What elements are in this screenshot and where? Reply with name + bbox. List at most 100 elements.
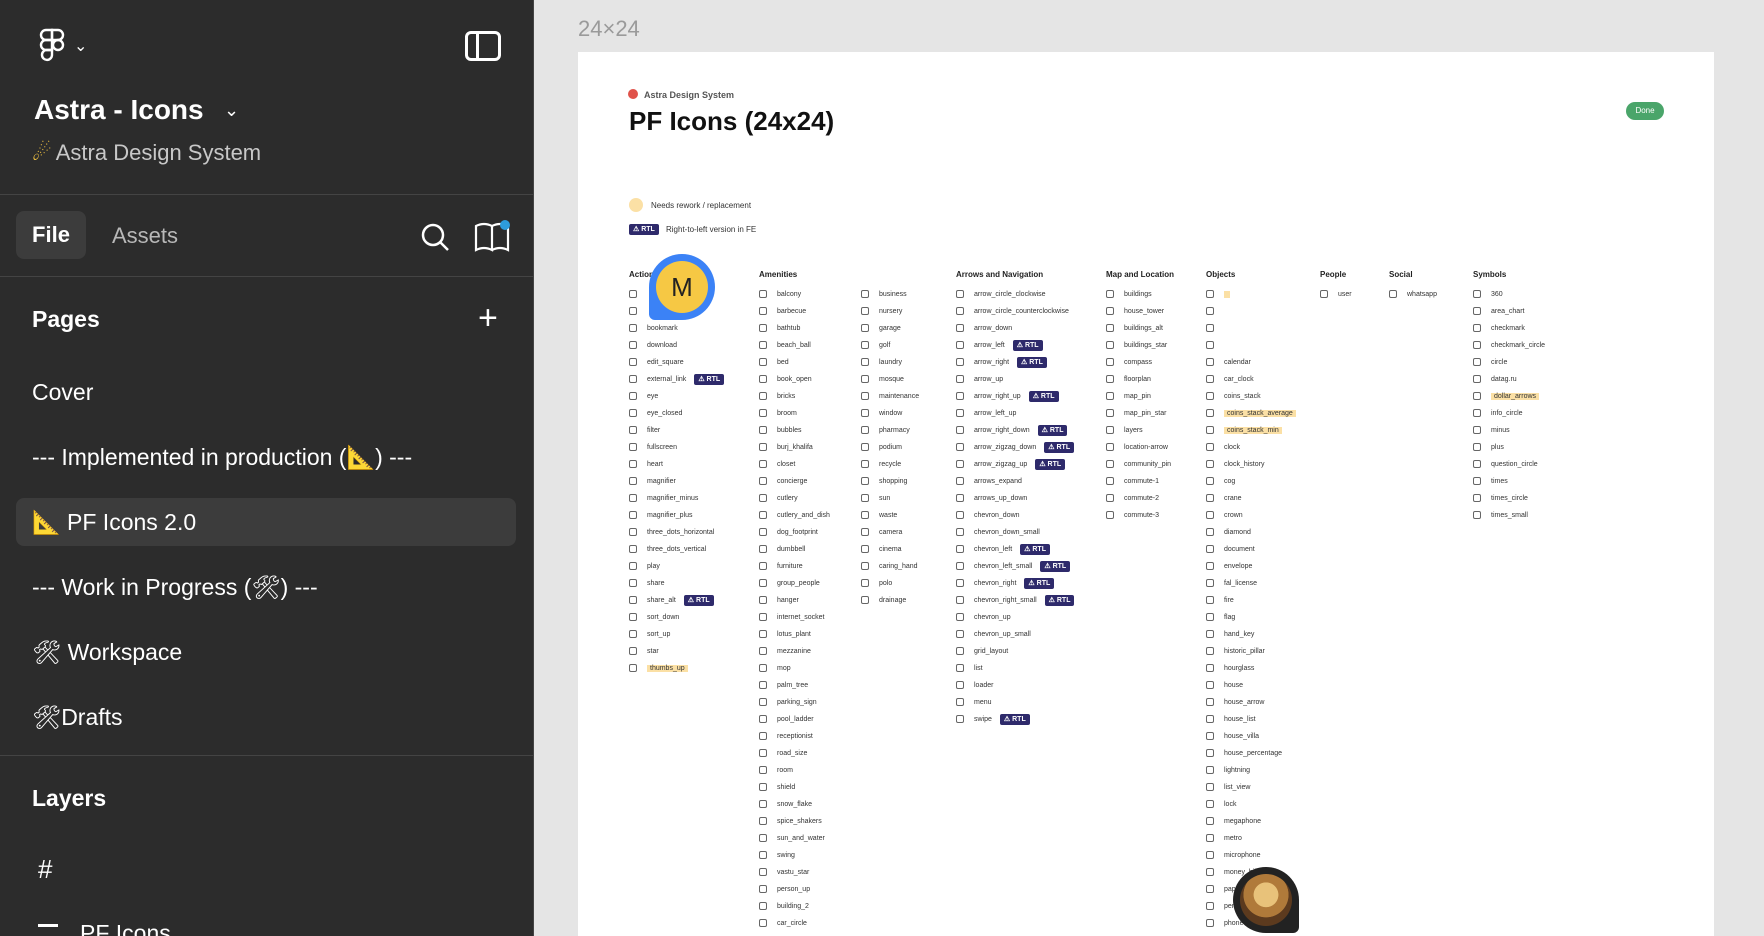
icon-row[interactable]: broom xyxy=(759,405,830,422)
icon-row[interactable]: arrow_left ⚠ RTL xyxy=(956,337,1074,354)
icon-row[interactable]: coins_stack xyxy=(1206,388,1296,405)
icon-row[interactable]: recycle xyxy=(861,456,919,473)
icon-row[interactable]: clock_history xyxy=(1206,456,1296,473)
icon-row[interactable]: cinema xyxy=(861,541,919,558)
icon-row[interactable]: vastu_star xyxy=(759,864,830,881)
icon-row[interactable]: arrow_up xyxy=(956,371,1074,388)
icon-row[interactable]: garage xyxy=(861,320,919,337)
icon-row[interactable]: buildings_star xyxy=(1106,337,1174,354)
icon-row[interactable]: 360 xyxy=(1473,286,1545,303)
add-page-icon[interactable]: + xyxy=(478,301,498,335)
icon-row[interactable]: times xyxy=(1473,473,1545,490)
icon-row[interactable]: laundry xyxy=(861,354,919,371)
icon-row[interactable]: map_pin xyxy=(1106,388,1174,405)
icon-row[interactable]: map_pin_star xyxy=(1106,405,1174,422)
icon-row[interactable]: house_tower xyxy=(1106,303,1174,320)
icon-row[interactable]: calendar xyxy=(1206,354,1296,371)
icon-row[interactable]: bricks xyxy=(759,388,830,405)
icon-row[interactable]: snow_flake xyxy=(759,796,830,813)
tab-file[interactable]: File xyxy=(16,211,86,259)
icon-row[interactable]: loader xyxy=(956,677,1074,694)
icon-row[interactable]: fire xyxy=(1206,592,1296,609)
icon-row[interactable]: room xyxy=(759,762,830,779)
icon-row[interactable]: cutlery xyxy=(759,490,830,507)
icon-row[interactable]: chevron_left_small ⚠ RTL xyxy=(956,558,1074,575)
icon-row[interactable]: share xyxy=(629,575,724,592)
icon-row[interactable]: eye xyxy=(629,388,724,405)
icon-row[interactable]: checkmark xyxy=(1473,320,1545,337)
icon-row[interactable]: user xyxy=(1320,286,1352,303)
icon-row[interactable]: concierge xyxy=(759,473,830,490)
icon-row[interactable]: business xyxy=(861,286,919,303)
toggle-sidebar-icon[interactable] xyxy=(465,31,501,61)
icon-row[interactable]: arrow_left_up xyxy=(956,405,1074,422)
icon-row[interactable]: beach_ball xyxy=(759,337,830,354)
icon-row[interactable]: share_alt ⚠ RTL xyxy=(629,592,724,609)
icon-row[interactable]: fal_license xyxy=(1206,575,1296,592)
icon-row[interactable]: floorplan xyxy=(1106,371,1174,388)
icon-row[interactable]: pharmacy xyxy=(861,422,919,439)
icon-row[interactable]: sort_up xyxy=(629,626,724,643)
icon-row[interactable]: area_chart xyxy=(1473,303,1545,320)
icon-row[interactable]: waste xyxy=(861,507,919,524)
project-title[interactable]: Astra - Icons xyxy=(34,94,204,126)
icon-row[interactable]: furniture xyxy=(759,558,830,575)
icon-row[interactable]: arrow_circle_clockwise xyxy=(956,286,1074,303)
icon-row[interactable]: hourglass xyxy=(1206,660,1296,677)
icon-row[interactable]: datag.ru xyxy=(1473,371,1545,388)
icon-row[interactable]: times_small xyxy=(1473,507,1545,524)
icon-row[interactable]: document xyxy=(1206,541,1296,558)
icon-row[interactable]: clock xyxy=(1206,439,1296,456)
icon-row[interactable]: historic_pillar xyxy=(1206,643,1296,660)
icon-row[interactable]: crown xyxy=(1206,507,1296,524)
icon-row[interactable]: chevron_up xyxy=(956,609,1074,626)
icon-row[interactable]: chevron_up_small xyxy=(956,626,1074,643)
icon-row[interactable]: commute-3 xyxy=(1106,507,1174,524)
icon-row[interactable]: arrows_expand xyxy=(956,473,1074,490)
page-item-drafts[interactable]: 🛠Drafts xyxy=(16,693,516,741)
icon-row[interactable]: car_circle xyxy=(759,915,830,932)
icon-row[interactable]: bookmark xyxy=(629,320,724,337)
icon-row[interactable]: nursery xyxy=(861,303,919,320)
icon-row[interactable]: magnifier xyxy=(629,473,724,490)
icon-row[interactable]: camera xyxy=(861,524,919,541)
icon-row[interactable]: mop xyxy=(759,660,830,677)
layer-pf-icons[interactable]: PF Icons xyxy=(80,920,171,936)
icon-row[interactable]: caring_hand xyxy=(861,558,919,575)
icon-row[interactable] xyxy=(1206,337,1296,354)
icon-row[interactable]: internet_socket xyxy=(759,609,830,626)
icon-row[interactable]: chevron_down xyxy=(956,507,1074,524)
icon-row[interactable] xyxy=(1206,320,1296,337)
figma-logo-icon[interactable] xyxy=(36,28,76,64)
icon-row[interactable]: sun_and_water xyxy=(759,830,830,847)
icon-row[interactable]: lightning xyxy=(1206,762,1296,779)
icon-row[interactable]: megaphone xyxy=(1206,813,1296,830)
icon-row[interactable]: arrow_right ⚠ RTL xyxy=(956,354,1074,371)
icon-row[interactable]: menu xyxy=(956,694,1074,711)
icon-row[interactable]: layers xyxy=(1106,422,1174,439)
icon-row[interactable]: flag xyxy=(1206,609,1296,626)
icon-row[interactable]: bathtub xyxy=(759,320,830,337)
icon-row[interactable]: star xyxy=(629,643,724,660)
icon-row[interactable]: pool_ladder xyxy=(759,711,830,728)
icon-row[interactable]: whatsapp xyxy=(1389,286,1437,303)
icon-row[interactable]: podium xyxy=(861,439,919,456)
icon-row[interactable]: crane xyxy=(1206,490,1296,507)
icon-row[interactable]: parking_sign xyxy=(759,694,830,711)
icon-row[interactable]: maintenance xyxy=(861,388,919,405)
icon-row[interactable]: times_circle xyxy=(1473,490,1545,507)
icon-row[interactable]: hand_key xyxy=(1206,626,1296,643)
icon-row[interactable]: swipe ⚠ RTL xyxy=(956,711,1074,728)
icon-row[interactable]: shield xyxy=(759,779,830,796)
icon-row[interactable]: cutlery_and_dish xyxy=(759,507,830,524)
icon-row[interactable]: golf xyxy=(861,337,919,354)
page-item-wip-divider[interactable]: --- Work in Progress (🛠) --- xyxy=(16,563,516,611)
icon-row[interactable]: eye_closed xyxy=(629,405,724,422)
icon-row[interactable]: chevron_right ⚠ RTL xyxy=(956,575,1074,592)
icon-row[interactable]: coins_stack_average xyxy=(1206,405,1296,422)
icon-row[interactable]: house_list xyxy=(1206,711,1296,728)
icon-row[interactable]: person_up xyxy=(759,881,830,898)
icon-row[interactable]: location-arrow xyxy=(1106,439,1174,456)
icon-row[interactable]: hanger xyxy=(759,592,830,609)
page-item-implemented-divider[interactable]: --- Implemented in production (📐) --- xyxy=(16,433,516,481)
